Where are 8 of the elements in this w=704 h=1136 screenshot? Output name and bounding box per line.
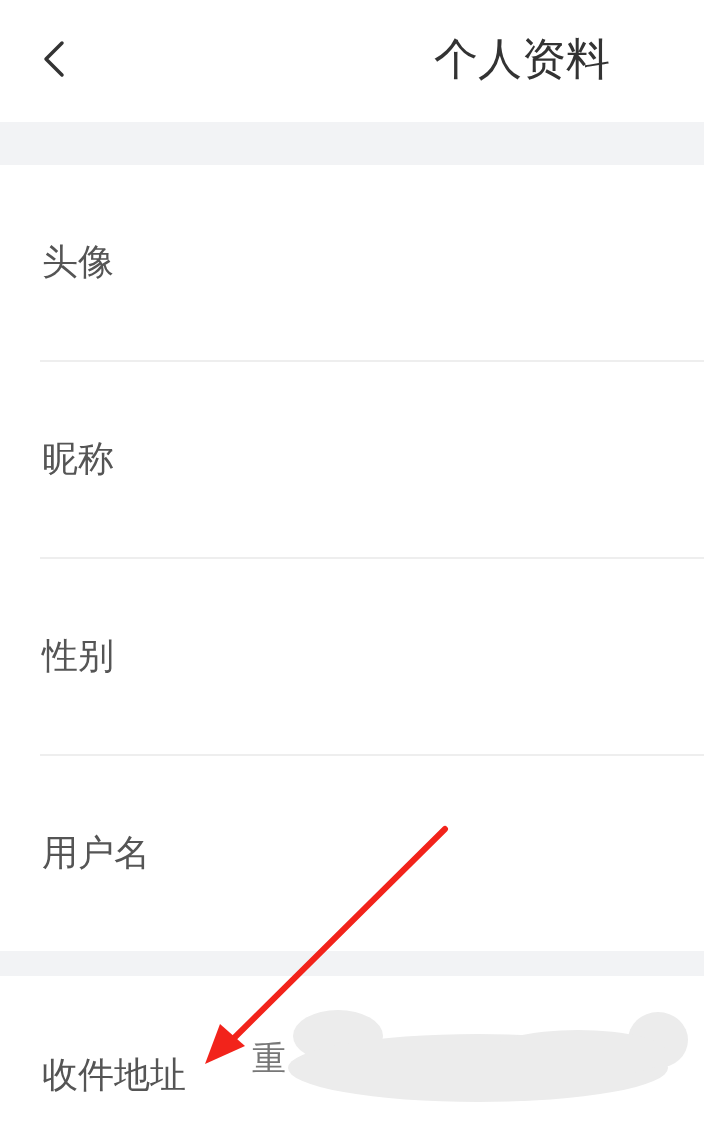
row-label[interactable]: 收件地址 [40, 1051, 186, 1100]
back-icon[interactable] [42, 39, 66, 79]
row-label[interactable]: 昵称 [40, 435, 114, 484]
page-title: 个人资料 [434, 32, 610, 86]
row-label[interactable]: 头像 [40, 238, 114, 287]
row-value: 重 [252, 1037, 286, 1080]
row-label[interactable]: 性别 [40, 632, 114, 681]
row-label[interactable]: 用户名 [40, 829, 150, 878]
